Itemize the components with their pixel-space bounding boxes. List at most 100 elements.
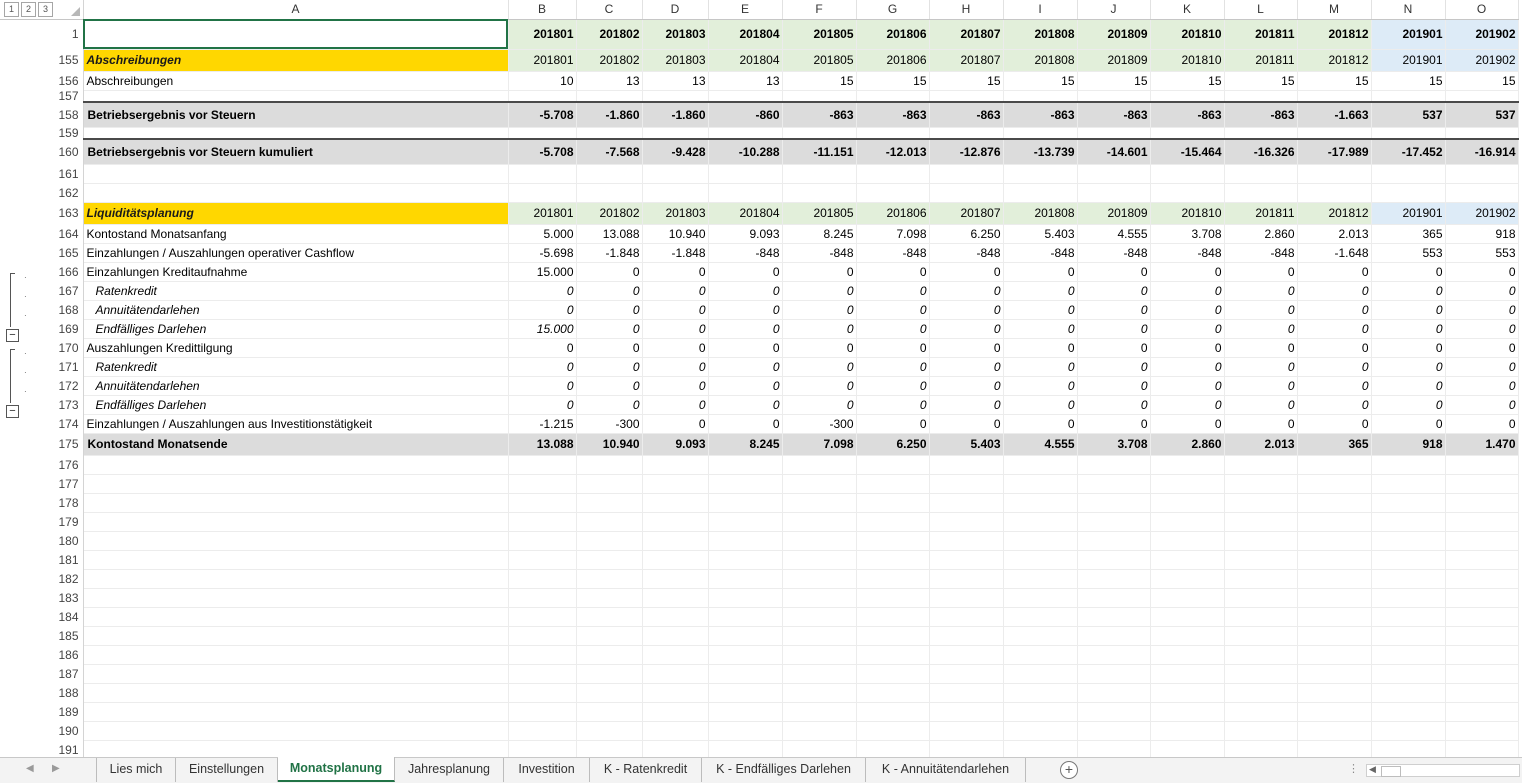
empty-cell[interactable] [708,183,783,203]
empty-cell[interactable] [782,664,857,684]
column-header-m[interactable]: M [1297,0,1372,20]
value-cell[interactable]: 5.403 [1003,224,1078,244]
value-cell[interactable]: 365 [1297,432,1372,456]
empty-cell[interactable] [856,683,930,703]
value-cell[interactable]: 0 [856,338,930,358]
empty-cell[interactable] [1445,474,1519,494]
value-cell[interactable]: 0 [1371,319,1446,339]
empty-cell[interactable] [1003,512,1078,532]
empty-cell[interactable] [1150,569,1225,589]
collapse-group-button[interactable]: − [6,405,19,418]
value-cell[interactable]: 2.013 [1224,432,1298,456]
empty-cell[interactable] [508,531,577,551]
value-cell[interactable]: 0 [1224,376,1298,396]
empty-cell[interactable] [1150,493,1225,513]
row-header[interactable]: 191 [0,740,84,757]
value-cell[interactable]: 0 [1150,338,1225,358]
value-cell[interactable]: -300 [576,414,643,434]
empty-cell[interactable] [508,683,577,703]
value-cell[interactable]: 0 [1003,395,1078,415]
empty-cell[interactable] [1150,721,1225,741]
empty-cell[interactable] [1077,127,1151,140]
period-header-cell[interactable]: 201805 [782,19,857,50]
empty-cell[interactable] [1297,512,1372,532]
empty-cell[interactable] [929,569,1004,589]
empty-cell[interactable] [1224,127,1298,140]
empty-cell[interactable] [642,588,709,608]
empty-cell[interactable] [708,512,783,532]
empty-cell[interactable] [508,740,577,757]
empty-cell[interactable] [642,531,709,551]
empty-cell[interactable] [1224,626,1298,646]
value-cell[interactable]: 0 [1077,376,1151,396]
value-cell[interactable]: 7.098 [782,432,857,456]
value-cell[interactable]: 201804 [708,49,783,72]
empty-cell[interactable] [1003,588,1078,608]
row-label-cell[interactable]: Abschreibungen [83,71,509,91]
empty-cell[interactable] [856,588,930,608]
value-cell[interactable]: 0 [1371,281,1446,301]
empty-cell[interactable] [83,127,509,140]
empty-cell[interactable] [929,164,1004,184]
empty-cell[interactable] [1297,164,1372,184]
empty-cell[interactable] [576,664,643,684]
empty-cell[interactable] [508,474,577,494]
value-cell[interactable]: 15.000 [508,319,577,339]
empty-cell[interactable] [1297,531,1372,551]
value-cell[interactable]: 0 [856,300,930,320]
empty-cell[interactable] [1297,474,1372,494]
value-cell[interactable]: 0 [856,281,930,301]
row-label-cell[interactable]: Kontostand Monatsende [83,432,509,456]
empty-cell[interactable] [1150,455,1225,475]
empty-cell[interactable] [782,588,857,608]
row-header[interactable]: 186 [0,645,84,664]
empty-cell[interactable] [1224,569,1298,589]
value-cell[interactable]: 0 [642,300,709,320]
empty-cell[interactable] [576,607,643,627]
period-header-cell[interactable]: 201810 [1150,19,1225,50]
empty-cell[interactable] [1150,740,1225,757]
empty-cell[interactable] [1150,683,1225,703]
value-cell[interactable]: 0 [1445,357,1519,377]
value-cell[interactable]: 0 [1445,319,1519,339]
value-cell[interactable]: 0 [1371,357,1446,377]
value-cell[interactable]: -13.739 [1003,138,1078,165]
empty-cell[interactable] [1150,702,1225,722]
empty-cell[interactable] [856,664,930,684]
empty-cell[interactable] [1297,664,1372,684]
value-cell[interactable]: 15 [1371,71,1446,91]
empty-cell[interactable] [83,569,509,589]
value-cell[interactable]: 13.088 [576,224,643,244]
value-cell[interactable]: 0 [1297,338,1372,358]
value-cell[interactable]: 0 [1077,319,1151,339]
empty-cell[interactable] [856,512,930,532]
empty-cell[interactable] [1224,683,1298,703]
value-cell[interactable]: 201809 [1077,49,1151,72]
empty-cell[interactable] [782,90,857,103]
empty-cell[interactable] [856,183,930,203]
value-cell[interactable]: 201807 [929,202,1004,225]
column-header-h[interactable]: H [929,0,1004,20]
value-cell[interactable]: 201809 [1077,202,1151,225]
value-cell[interactable]: 0 [782,357,857,377]
value-cell[interactable]: 201807 [929,49,1004,72]
value-cell[interactable]: -848 [708,243,783,263]
value-cell[interactable]: 0 [508,357,577,377]
empty-cell[interactable] [1445,512,1519,532]
empty-cell[interactable] [508,164,577,184]
value-cell[interactable]: 0 [1077,395,1151,415]
value-cell[interactable]: 0 [508,300,577,320]
row-header[interactable]: 160 [0,139,84,164]
empty-cell[interactable] [576,626,643,646]
empty-cell[interactable] [1445,664,1519,684]
row-label-cell[interactable]: Kontostand Monatsanfang [83,224,509,244]
value-cell[interactable]: 0 [856,376,930,396]
sheet-tab-einstellungen[interactable]: Einstellungen [176,758,278,782]
empty-cell[interactable] [508,569,577,589]
value-cell[interactable]: 0 [708,300,783,320]
value-cell[interactable]: -15.464 [1150,138,1225,165]
empty-cell[interactable] [1371,531,1446,551]
empty-cell[interactable] [508,664,577,684]
value-cell[interactable]: 0 [929,376,1004,396]
row-header[interactable]: 161 [0,164,84,183]
